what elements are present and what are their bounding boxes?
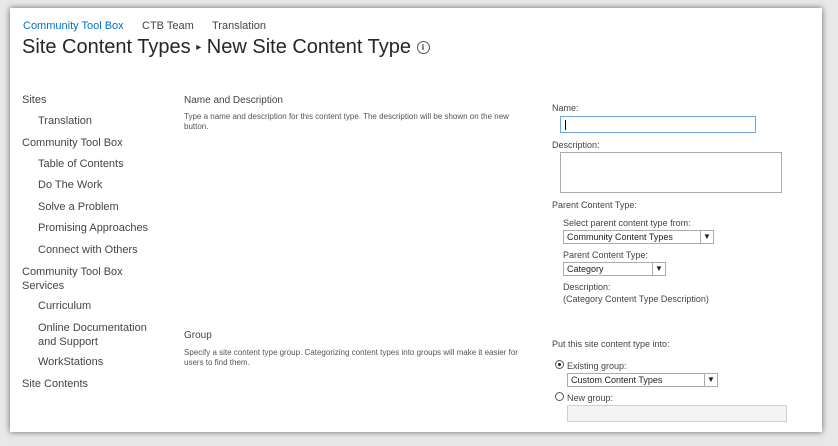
existing-group-radio[interactable] [555, 360, 564, 369]
page-frame: Community Tool Box CTB Team Translation … [10, 8, 822, 432]
new-group-input[interactable] [567, 405, 787, 422]
sidebar-item-solve-a-problem[interactable]: Solve a Problem [38, 201, 119, 213]
parent-ct-label: Parent Content Type: [563, 250, 648, 260]
text-cursor [565, 120, 566, 130]
new-group-radio[interactable] [555, 392, 564, 401]
existing-group-label: Existing group: [567, 361, 627, 371]
select-parent-dropdown[interactable]: Community Content Types ▼ [563, 230, 714, 244]
sidebar-item-workstations[interactable]: WorkStations [38, 356, 103, 368]
sidebar-item-connect-with-others[interactable]: Connect with Others [38, 244, 138, 256]
breadcrumb-parent[interactable]: Site Content Types [22, 36, 191, 58]
topnav-translation[interactable]: Translation [212, 20, 266, 32]
chevron-down-icon: ▼ [704, 374, 717, 387]
sidebar-item-community-tool-box[interactable]: Community Tool Box [22, 137, 123, 149]
put-into-label: Put this site content type into: [552, 339, 670, 349]
sidebar-item-sites[interactable]: Sites [22, 94, 46, 106]
sidebar-item-do-the-work[interactable]: Do The Work [38, 179, 102, 191]
chevron-down-icon: ▼ [700, 231, 713, 244]
new-group-label: New group: [567, 393, 614, 403]
breadcrumb-separator-icon: ▸ [196, 42, 202, 54]
page-title: Site Content Types ▸ New Site Content Ty… [22, 36, 430, 59]
parent-content-type-label: Parent Content Type: [552, 200, 637, 210]
chevron-down-icon: ▼ [652, 263, 665, 276]
section-title-name-description: Name and Description [184, 95, 283, 106]
breadcrumb-current: New Site Content Type [206, 36, 411, 58]
name-input[interactable] [560, 116, 756, 133]
select-parent-value: Community Content Types [567, 232, 673, 242]
existing-group-dropdown[interactable]: Custom Content Types ▼ [567, 373, 718, 387]
sidebar-item-translation[interactable]: Translation [38, 115, 92, 127]
topnav-ctb-team[interactable]: CTB Team [142, 20, 194, 32]
section-title-group: Group [184, 330, 212, 341]
description-textarea[interactable] [560, 152, 782, 193]
section-description-name-description: Type a name and description for this con… [184, 112, 509, 131]
info-icon[interactable]: i [416, 41, 430, 55]
name-label: Name: [552, 103, 579, 113]
existing-group-value: Custom Content Types [571, 375, 663, 385]
parent-ct-value: Category [567, 264, 604, 274]
desc-value: (Category Content Type Description) [563, 294, 709, 304]
description-label: Description: [552, 140, 600, 150]
desc-label: Description: [563, 282, 611, 292]
section-description-group: Specify a site content type group. Categ… [184, 348, 518, 367]
sidebar-item-table-of-contents[interactable]: Table of Contents [38, 158, 124, 170]
sidebar-item-site-contents[interactable]: Site Contents [22, 378, 88, 390]
sidebar-item-promising-approaches[interactable]: Promising Approaches [38, 222, 148, 234]
topnav-community-tool-box[interactable]: Community Tool Box [23, 20, 124, 32]
sidebar-item-online-documentation[interactable]: Online Documentation and Support [38, 321, 156, 349]
select-parent-label: Select parent content type from: [563, 218, 691, 228]
parent-ct-dropdown[interactable]: Category ▼ [563, 262, 666, 276]
sidebar-item-community-tool-box-services[interactable]: Community Tool Box Services [22, 265, 132, 293]
sidebar-item-curriculum[interactable]: Curriculum [38, 300, 91, 312]
